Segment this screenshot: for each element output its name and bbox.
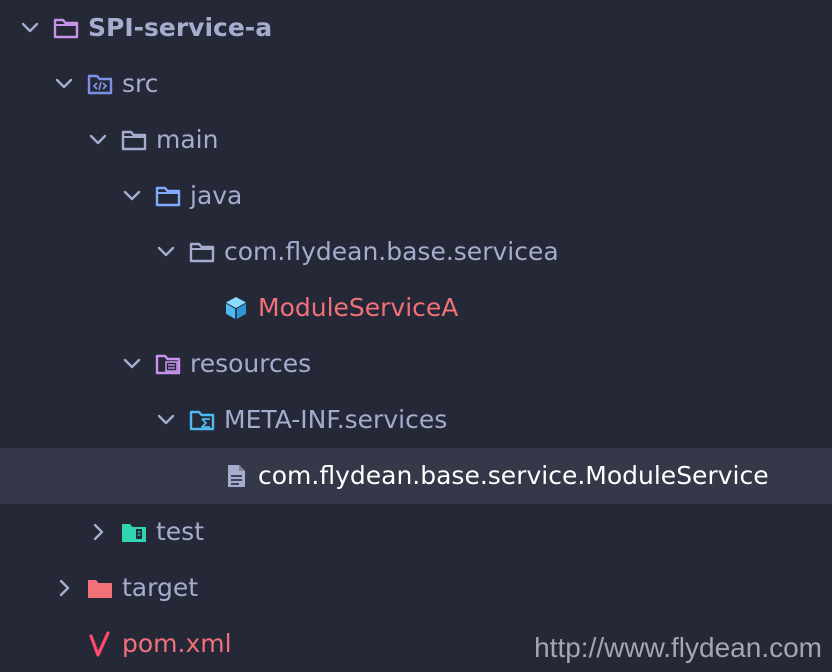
- chevron-right-icon[interactable]: [52, 576, 76, 600]
- tree-node-target[interactable]: target: [0, 560, 832, 616]
- tree-node-label: com.flydean.base.servicea: [224, 237, 559, 266]
- tree-node-test[interactable]: test: [0, 504, 832, 560]
- tree-node-label: java: [190, 181, 243, 210]
- chevron-down-icon[interactable]: [154, 240, 178, 264]
- tree-node-label: resources: [190, 349, 312, 378]
- folder-icon: [53, 18, 79, 39]
- tree-node-package[interactable]: com.flydean.base.servicea: [0, 224, 832, 280]
- folder-icon: [121, 130, 147, 151]
- tree-node-label: pom.xml: [122, 629, 232, 658]
- tree-node-service-file[interactable]: com.flydean.base.service.ModuleService: [0, 448, 832, 504]
- tree-node-src[interactable]: src: [0, 56, 832, 112]
- project-tree: SPI-service-a src main java com.flydean.…: [0, 0, 832, 672]
- tree-node-label: com.flydean.base.service.ModuleService: [258, 461, 769, 490]
- tree-node-label: target: [122, 573, 199, 602]
- tree-node-resources[interactable]: resources: [0, 336, 832, 392]
- tree-node-main[interactable]: main: [0, 112, 832, 168]
- chevron-down-icon[interactable]: [120, 352, 144, 376]
- chevron-down-icon[interactable]: [52, 72, 76, 96]
- services-folder-icon: [189, 410, 215, 431]
- tree-node-module-class[interactable]: ModuleServiceA: [0, 280, 832, 336]
- tree-node-label: test: [156, 517, 205, 546]
- package-folder-icon: [189, 242, 215, 263]
- text-file-icon: [228, 465, 245, 487]
- chevron-right-icon[interactable]: [86, 520, 110, 544]
- watermark-text: http://www.flydean.com: [534, 632, 822, 663]
- tree-node-label: src: [122, 69, 159, 98]
- test-folder-icon: [122, 524, 146, 542]
- tree-node-label: SPI-service-a: [88, 13, 273, 42]
- folder-icon: [155, 186, 181, 207]
- target-folder-icon: [88, 580, 112, 598]
- chevron-down-icon[interactable]: [18, 16, 42, 40]
- tree-node-java[interactable]: java: [0, 168, 832, 224]
- source-folder-icon: [87, 74, 113, 95]
- tree-node-label: META-INF.services: [224, 405, 448, 434]
- tree-node-label: main: [156, 125, 219, 154]
- resources-folder-icon: [155, 354, 181, 375]
- chevron-down-icon[interactable]: [120, 184, 144, 208]
- chevron-down-icon[interactable]: [86, 128, 110, 152]
- tree-node-root[interactable]: SPI-service-a: [0, 0, 832, 56]
- maven-icon: [89, 631, 110, 657]
- tree-node-meta-inf[interactable]: META-INF.services: [0, 392, 832, 448]
- chevron-down-icon[interactable]: [154, 408, 178, 432]
- tree-node-label: ModuleServiceA: [258, 293, 459, 322]
- module-cube-icon: [226, 297, 246, 319]
